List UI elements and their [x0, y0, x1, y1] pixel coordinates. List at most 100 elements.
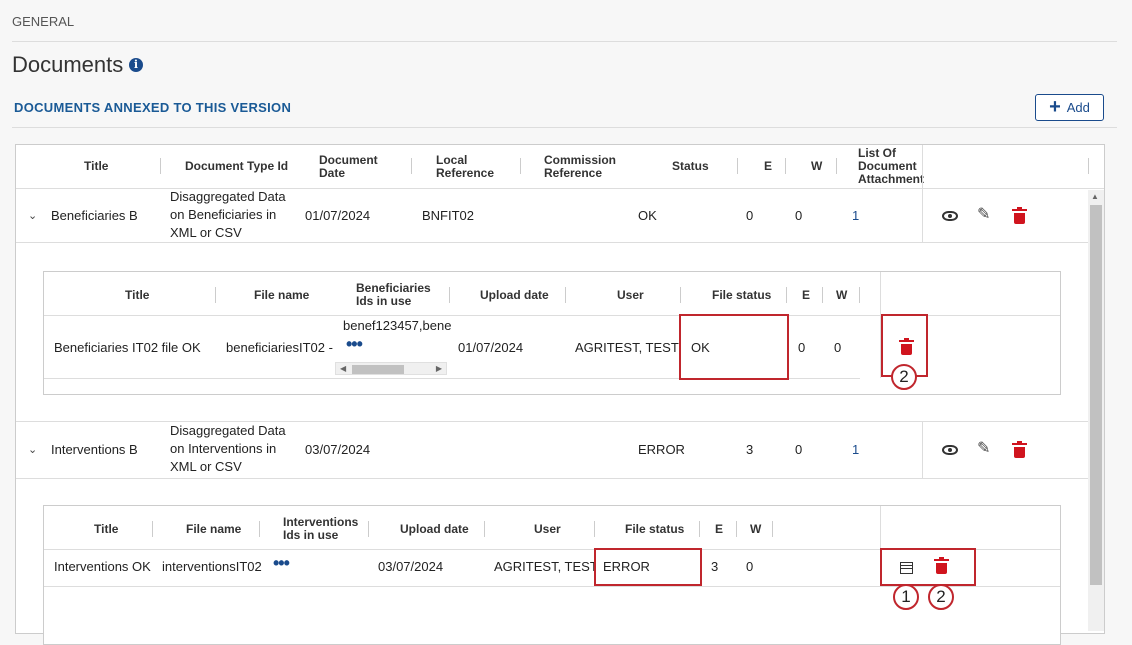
sub-row-user: AGRITEST, TEST: [575, 340, 679, 355]
edit-icon[interactable]: ✎: [977, 441, 990, 457]
highlight-box: [880, 548, 976, 586]
section-title: DOCUMENTS ANNEXED TO THIS VERSION: [14, 100, 292, 115]
sub-row-user: AGRITEST, TEST: [494, 559, 594, 574]
col-separator: [786, 287, 787, 303]
more-icon[interactable]: •••: [273, 554, 290, 572]
row-title: Interventions B: [51, 442, 138, 457]
sub-col-w[interactable]: W: [836, 289, 847, 302]
row-status: OK: [638, 208, 657, 223]
sub-col-e[interactable]: E: [802, 289, 810, 302]
col-document-date[interactable]: Document Date: [319, 154, 378, 180]
sub-col-file-name[interactable]: File name: [186, 523, 241, 536]
col-title[interactable]: Title: [84, 160, 108, 173]
chevron-down-icon[interactable]: ⌄: [28, 443, 37, 456]
col-separator: [736, 521, 737, 537]
sub-col-e[interactable]: E: [715, 523, 723, 536]
row-e: 0: [746, 208, 754, 223]
col-e[interactable]: E: [764, 160, 772, 173]
sub-col-ids-in-use[interactable]: Interventions Ids in use: [283, 516, 358, 542]
col-separator: [699, 521, 700, 537]
col-w[interactable]: W: [811, 160, 822, 173]
callout-2: 2: [928, 584, 954, 610]
col-status[interactable]: Status: [672, 160, 709, 173]
sub-row-w: 0: [746, 559, 754, 574]
sub-row-title: Beneficiaries IT02 file OK: [54, 340, 201, 355]
scroll-left-icon[interactable]: ◀: [340, 364, 346, 373]
sub-col-upload-date[interactable]: Upload date: [480, 289, 549, 302]
sub-col-title[interactable]: Title: [125, 289, 149, 302]
col-separator: [737, 158, 738, 174]
add-button[interactable]: + Add: [1035, 94, 1104, 121]
row-document-type: Disaggregated Data on Interventions in X…: [170, 423, 286, 474]
divider: [12, 41, 1117, 42]
row-status: ERROR: [638, 442, 685, 457]
delete-icon[interactable]: [1012, 207, 1027, 224]
chevron-down-icon[interactable]: ⌄: [28, 209, 37, 222]
col-divider: [922, 145, 923, 242]
view-icon[interactable]: [942, 445, 958, 455]
row-title: Beneficiaries B: [51, 208, 138, 223]
col-divider: [922, 421, 923, 478]
edit-icon[interactable]: ✎: [977, 207, 990, 223]
sub-row-title: Interventions OK: [54, 559, 151, 574]
scroll-thumb[interactable]: [352, 365, 404, 374]
row-divider: [16, 242, 1089, 243]
col-separator: [484, 521, 485, 537]
sub-row-ids: benef123457,bene: [343, 318, 452, 333]
col-separator: [772, 521, 773, 537]
info-icon[interactable]: i: [129, 58, 143, 72]
row-attachment-link[interactable]: 1: [852, 207, 859, 225]
sub-row-file-name: beneficiariesIT02 -: [226, 340, 333, 355]
sub-col-upload-date[interactable]: Upload date: [400, 523, 469, 536]
col-local-reference[interactable]: Local Reference: [436, 154, 494, 180]
row-w: 0: [795, 208, 803, 223]
row-document-type: Disaggregated Data on Beneficiaries in X…: [170, 189, 286, 240]
row-document-date: 03/07/2024: [305, 442, 371, 457]
col-commission-reference[interactable]: Commission Reference: [544, 154, 616, 180]
col-list-of-document-attachment[interactable]: List Of Document Attachment: [858, 147, 924, 186]
sub-row-upload-date: 01/07/2024: [458, 340, 524, 355]
sub-row-file-name: interventionsIT02: [162, 559, 262, 574]
col-separator: [594, 521, 595, 537]
sub-col-ids-in-use[interactable]: Beneficiaries Ids in use: [356, 282, 431, 308]
col-separator: [680, 287, 681, 303]
more-icon[interactable]: •••: [346, 335, 363, 353]
scroll-thumb[interactable]: [1090, 205, 1102, 585]
horizontal-scrollbar[interactable]: ◀ ▶: [335, 362, 447, 375]
callout-2: 2: [891, 364, 917, 390]
sub-row-e: 0: [798, 340, 806, 355]
view-icon[interactable]: [942, 211, 958, 221]
col-separator: [411, 158, 412, 174]
col-separator: [449, 287, 450, 303]
highlight-box: [679, 314, 789, 380]
col-separator: [1088, 158, 1089, 174]
row-attachment-link[interactable]: 1: [852, 441, 859, 459]
col-separator: [520, 158, 521, 174]
page-title: Documents: [12, 52, 124, 77]
add-label: Add: [1066, 100, 1090, 115]
scroll-right-icon[interactable]: ▶: [436, 364, 442, 373]
row-document-date: 01/07/2024: [305, 208, 371, 223]
sub-col-title[interactable]: Title: [94, 523, 118, 536]
row-divider: [16, 478, 1089, 479]
col-separator: [368, 521, 369, 537]
sub-col-file-name[interactable]: File name: [254, 289, 309, 302]
sub-row-e: 3: [711, 559, 719, 574]
divider: [12, 127, 1117, 128]
sub-col-user[interactable]: User: [617, 289, 644, 302]
delete-icon[interactable]: [1012, 441, 1027, 458]
sub-row-upload-date: 03/07/2024: [378, 559, 444, 574]
callout-1: 1: [893, 584, 919, 610]
sub-col-file-status[interactable]: File status: [625, 523, 684, 536]
scroll-up-icon[interactable]: ▲: [1091, 192, 1099, 201]
sub-col-file-status[interactable]: File status: [712, 289, 771, 302]
row-e: 3: [746, 442, 754, 457]
col-separator: [215, 287, 216, 303]
col-separator: [822, 287, 823, 303]
sub-col-w[interactable]: W: [750, 523, 761, 536]
col-separator: [836, 158, 837, 174]
col-document-type[interactable]: Document Type Id: [185, 160, 288, 173]
col-separator: [859, 287, 860, 303]
highlight-box: [594, 548, 702, 586]
sub-col-user[interactable]: User: [534, 523, 561, 536]
